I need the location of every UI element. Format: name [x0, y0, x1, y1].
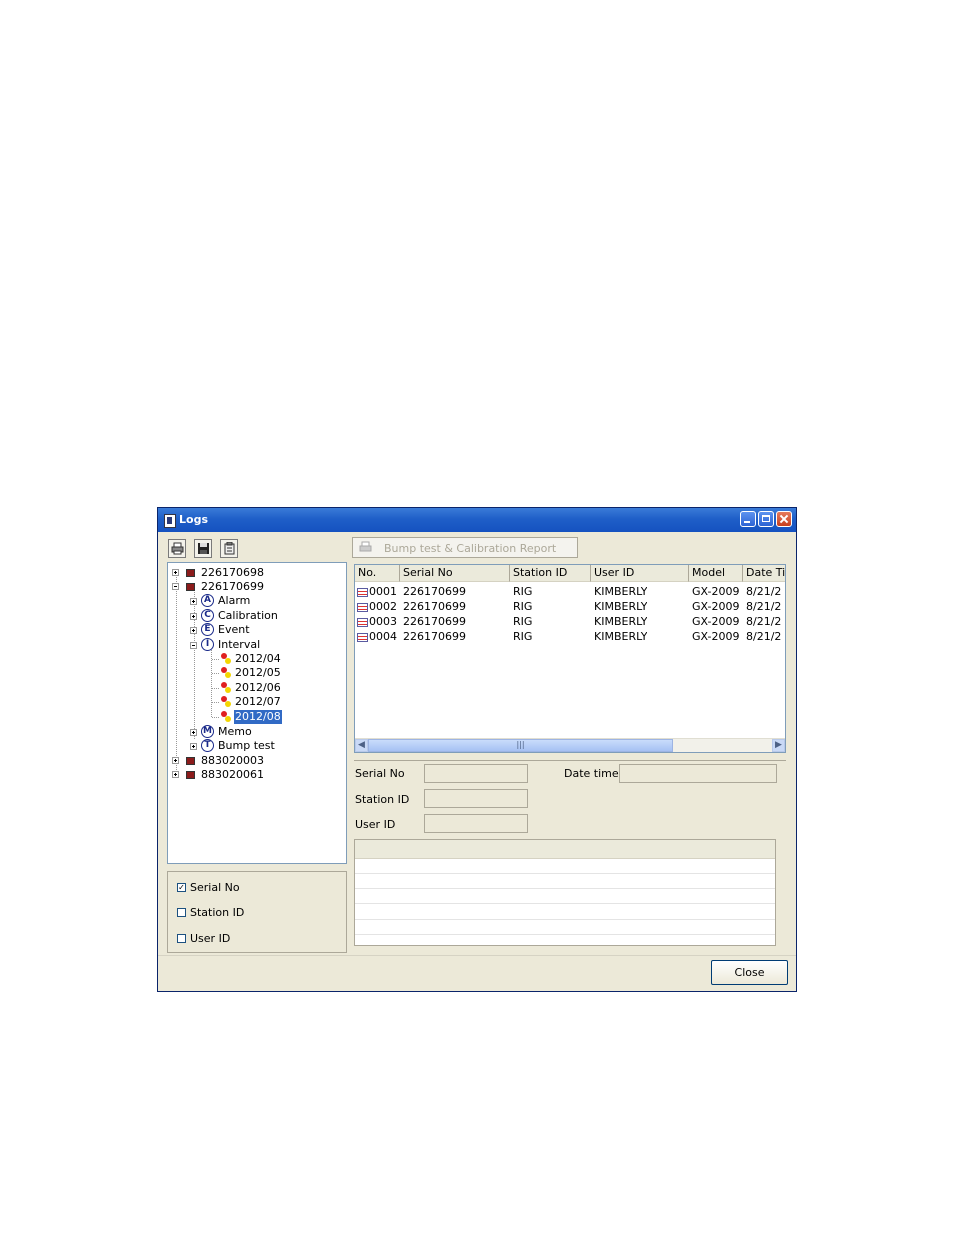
detail-grid[interactable]	[354, 839, 776, 946]
column-header-no[interactable]: No.	[355, 565, 400, 582]
user-id-label: User ID	[190, 932, 231, 945]
serial-no-detail-label: Serial No	[355, 767, 405, 780]
title-bar[interactable]: Logs	[158, 508, 796, 532]
print-button[interactable]	[168, 539, 186, 558]
window-title: Logs	[179, 513, 208, 526]
scroll-right-arrow-icon[interactable]: ▶	[772, 739, 785, 752]
expand-icon[interactable]	[190, 627, 197, 634]
maximize-button[interactable]	[758, 511, 774, 527]
column-header-serial-no[interactable]: Serial No	[400, 565, 510, 582]
printer-icon	[171, 542, 184, 555]
column-header-user-id[interactable]: User ID	[591, 565, 689, 582]
log-list[interactable]: No. Serial No Station ID User ID Model D…	[354, 564, 786, 753]
save-button[interactable]	[194, 539, 212, 558]
column-header-station-id[interactable]: Station ID	[510, 565, 591, 582]
expand-icon[interactable]	[172, 771, 179, 778]
clipboard-icon	[224, 542, 235, 555]
save-icon	[198, 543, 209, 554]
collapse-icon[interactable]	[172, 583, 179, 590]
log-record-icon	[357, 618, 368, 627]
month-log-icon	[220, 682, 232, 694]
log-record-icon	[357, 603, 368, 612]
serial-no-field	[424, 764, 528, 783]
alarm-icon: A	[201, 594, 214, 607]
expand-icon[interactable]	[190, 743, 197, 750]
serial-no-checkbox[interactable]: ✓	[177, 883, 186, 892]
station-id-label: Station ID	[190, 906, 245, 919]
memo-icon: M	[201, 725, 214, 738]
log-tree[interactable]: 226170698 226170699 A Alarm C Calibratio…	[167, 562, 347, 864]
bump-calibration-report-button[interactable]: Bump test & Calibration Report	[352, 537, 578, 558]
printer-icon	[359, 541, 372, 556]
month-log-icon	[220, 696, 232, 708]
device-icon	[186, 569, 195, 577]
station-id-checkbox[interactable]	[177, 908, 186, 917]
date-time-field	[619, 764, 777, 783]
event-icon: E	[201, 623, 214, 636]
expand-icon[interactable]	[190, 729, 197, 736]
detail-panel: Serial No Date time Station ID User ID	[354, 760, 786, 953]
month-log-icon	[220, 711, 232, 723]
user-id-checkbox[interactable]	[177, 934, 186, 943]
device-icon	[186, 583, 195, 591]
clipboard-button[interactable]	[220, 539, 238, 558]
date-time-detail-label: Date time	[564, 767, 619, 780]
log-record-icon	[357, 633, 368, 642]
device-icon	[186, 757, 195, 765]
station-id-detail-label: Station ID	[355, 793, 410, 806]
expand-icon[interactable]	[190, 613, 197, 620]
calibration-icon: C	[201, 609, 214, 622]
bump-test-icon: T	[201, 739, 214, 752]
user-id-field	[424, 814, 528, 833]
expand-icon[interactable]	[190, 598, 197, 605]
horizontal-scrollbar[interactable]: ◀ ||| ▶	[355, 738, 785, 752]
expand-icon[interactable]	[172, 569, 179, 576]
filter-panel: ✓ Serial No Station ID User ID	[167, 871, 347, 953]
detail-grid-header	[355, 840, 775, 859]
serial-no-label: Serial No	[190, 881, 240, 894]
month-log-icon	[220, 667, 232, 679]
report-button-label: Bump test & Calibration Report	[384, 542, 557, 555]
scroll-left-arrow-icon[interactable]: ◀	[355, 739, 368, 752]
interval-icon: I	[201, 638, 214, 651]
close-button[interactable]: Close	[711, 960, 788, 985]
expand-icon[interactable]	[172, 757, 179, 764]
collapse-icon[interactable]	[190, 642, 197, 649]
logs-window: Logs Bump test & Calibration Report 2261…	[157, 507, 797, 992]
month-log-icon	[220, 653, 232, 665]
scrollbar-thumb[interactable]: |||	[368, 739, 673, 752]
user-id-detail-label: User ID	[355, 818, 396, 831]
log-record-icon	[357, 588, 368, 597]
app-icon	[164, 514, 176, 528]
device-icon	[186, 771, 195, 779]
minimize-button[interactable]	[740, 511, 756, 527]
close-window-button[interactable]	[776, 511, 792, 527]
column-header-model[interactable]: Model	[689, 565, 743, 582]
station-id-field	[424, 789, 528, 808]
column-header-date-time[interactable]: Date Ti	[743, 565, 785, 582]
